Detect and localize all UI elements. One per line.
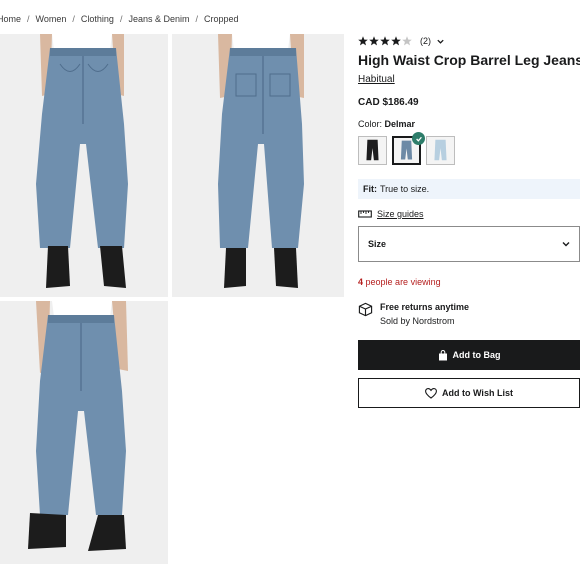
- rating-row[interactable]: (2): [358, 34, 580, 48]
- product-photo-front[interactable]: [0, 34, 168, 297]
- bag-icon: [438, 349, 447, 360]
- heart-icon: [425, 387, 437, 399]
- product-price: CAD $186.49: [358, 97, 419, 108]
- star-icon: [369, 36, 379, 46]
- chevron-down-icon: [562, 242, 570, 247]
- swatch-black-image: [359, 137, 386, 164]
- swatch-black[interactable]: [358, 136, 387, 165]
- product-title: High Waist Crop Barrel Leg Jeans: [358, 52, 580, 68]
- color-value: Delmar: [384, 119, 416, 129]
- viewing-count: 4: [358, 277, 364, 287]
- breadcrumb-separator: /: [72, 14, 75, 24]
- size-select-label: Size: [368, 239, 387, 249]
- review-count[interactable]: (2): [420, 36, 431, 46]
- color-label: Color:: [358, 119, 383, 129]
- chevron-down-icon[interactable]: [436, 37, 445, 46]
- add-to-bag-button[interactable]: Add to Bag: [358, 340, 580, 370]
- box-icon: [358, 302, 373, 317]
- swatch-delmar[interactable]: [392, 132, 425, 165]
- star-icon: [358, 36, 368, 46]
- add-to-wishlist-label: Add to Wish List: [442, 388, 513, 398]
- fit-label: Fit:: [363, 184, 377, 194]
- brand-link[interactable]: Habitual: [358, 74, 395, 85]
- breadcrumb-separator: /: [27, 14, 30, 24]
- star-rating: [358, 36, 413, 46]
- product-photo-back[interactable]: [172, 34, 344, 297]
- star-icon: [391, 36, 401, 46]
- returns-subtitle: Sold by Nordstrom: [380, 316, 455, 326]
- breadcrumb-clothing[interactable]: Clothing: [81, 14, 114, 24]
- size-select[interactable]: Size: [358, 226, 580, 262]
- ruler-icon: [358, 210, 372, 218]
- product-info: (2) High Waist Crop Barrel Leg Jeans Hab…: [358, 34, 580, 408]
- returns-info: Free returns anytime Sold by Nordstrom: [358, 302, 580, 326]
- breadcrumb-home[interactable]: Home: [0, 14, 21, 24]
- jeans-front-image: [0, 34, 168, 297]
- add-to-bag-label: Add to Bag: [452, 350, 501, 360]
- breadcrumb-jeans-denim[interactable]: Jeans & Denim: [128, 14, 189, 24]
- breadcrumb: Home / Women / Clothing / Jeans & Denim …: [0, 14, 239, 24]
- viewing-text: people are viewing: [365, 277, 441, 287]
- product-photo-side[interactable]: [0, 301, 168, 564]
- fit-info-bar: Fit: True to size.: [358, 179, 580, 199]
- jeans-back-image: [172, 34, 344, 297]
- breadcrumb-women[interactable]: Women: [36, 14, 67, 24]
- size-guides-link[interactable]: Size guides: [358, 209, 580, 219]
- breadcrumb-cropped[interactable]: Cropped: [204, 14, 239, 24]
- viewing-notice: 4 people are viewing: [358, 277, 580, 287]
- check-icon: [412, 132, 425, 145]
- color-row: Color: Delmar: [358, 119, 580, 129]
- breadcrumb-separator: /: [119, 14, 123, 24]
- add-to-wishlist-button[interactable]: Add to Wish List: [358, 378, 580, 408]
- returns-title: Free returns anytime: [380, 302, 470, 312]
- fit-value: True to size.: [380, 184, 430, 194]
- breadcrumb-separator: /: [195, 14, 198, 24]
- jeans-side-image: [0, 301, 168, 564]
- star-icon: [380, 36, 390, 46]
- star-empty-icon: [402, 36, 412, 46]
- swatch-light-image: [427, 137, 454, 164]
- color-swatches: [358, 132, 580, 165]
- size-guides-label[interactable]: Size guides: [377, 209, 424, 219]
- swatch-light[interactable]: [426, 136, 455, 165]
